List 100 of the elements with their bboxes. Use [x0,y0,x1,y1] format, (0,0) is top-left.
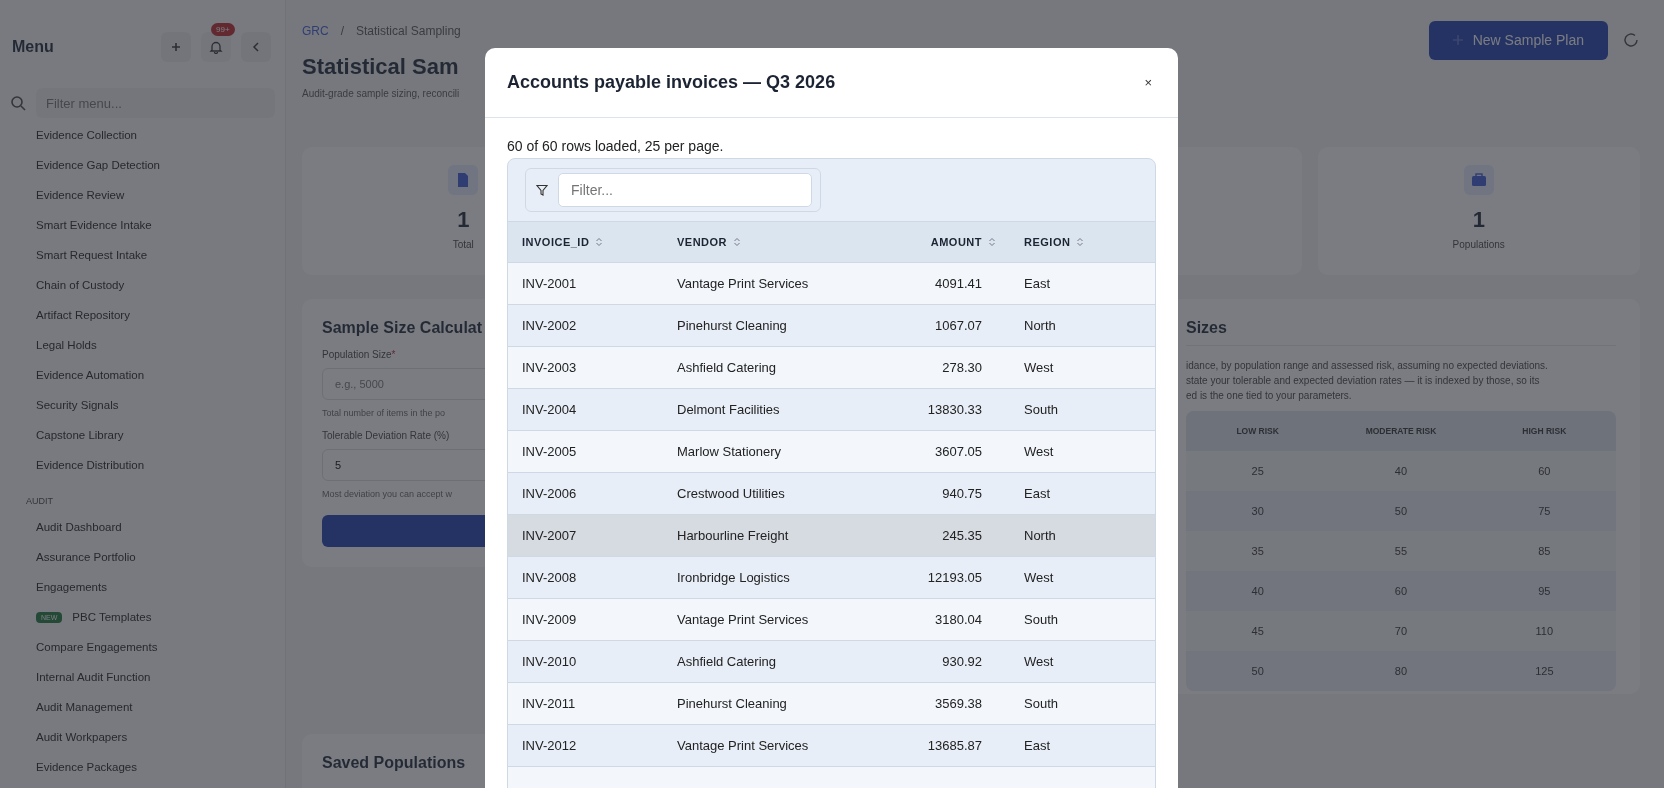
briefcase-icon [1463,165,1494,195]
menu-item[interactable]: Internal Audit Function [36,671,151,683]
table-cell-text: 30 [1250,505,1265,517]
card-title: Sizes [1186,319,1616,346]
menu-item[interactable]: Smart Evidence Intake [36,219,152,231]
menu-item[interactable]: Audit Dashboard [36,521,122,533]
table-row[interactable] [508,766,1155,788]
table-cell-text: Pinehurst Cleaning [676,318,788,333]
close-button[interactable]: × [1140,71,1156,94]
table-cell-text: North [1023,528,1057,543]
table-cell-text: 60 [1537,465,1552,477]
menu-item[interactable]: Evidence Collection [36,129,137,141]
menu-item[interactable]: Audit Management [36,701,133,713]
card-title: Sample Size Calculat [322,319,483,337]
column-header[interactable]: HIGH RISK [1472,426,1616,436]
table-cell-text: 80 [1393,665,1409,677]
collapse-button[interactable] [241,32,271,62]
menu-item[interactable]: Smart Request Intake [36,249,148,261]
table-cell-text: West [1023,444,1055,459]
table-cell-text: 940.75 [941,486,983,501]
table-cell-text: INV-2011 [521,696,577,711]
menu-item[interactable]: Security Signals [36,399,119,411]
chevron-left-icon [252,42,260,52]
menu-item[interactable]: Evidence Distribution [36,459,145,471]
column-header[interactable]: AMOUNT [863,236,1010,248]
table-cell-text: Pinehurst Cleaning [676,696,788,711]
column-header[interactable]: VENDOR [663,236,863,248]
table-cell-text: 278.30 [941,360,983,375]
menu-item[interactable]: Evidence Review [36,189,125,201]
page-subtitle: Audit-grade sample sizing, reconcili [302,88,460,99]
column-header[interactable]: INVOICE_ID [508,236,663,248]
table-cell-text: 13830.33 [926,402,983,417]
table-cell-text: East [1023,738,1051,753]
table-cell-text: South [1023,612,1059,627]
table-cell-text: INV-2007 [521,528,578,543]
table-row[interactable]: INV-2003 Ashfield Catering 278.30 West [508,346,1155,388]
table-cell-text: Harbourline Freight [676,528,790,543]
table-cell-text: West [1023,654,1055,669]
plus-icon [171,42,181,52]
menu-item[interactable]: Audit Workpapers [36,731,128,743]
table-cell-text: 45 [1250,625,1265,637]
sort-icon [1076,237,1085,247]
table-cell-text: INV-2003 [521,360,578,375]
new-sample-plan-button[interactable]: New Sample Plan [1428,20,1608,60]
menu-item[interactable]: Capstone Library [36,429,124,441]
table-row[interactable]: INV-2001 Vantage Print Services 4091.41 East [508,262,1155,304]
search-icon [10,95,26,111]
add-button[interactable] [161,32,191,62]
table-cell-text: 13685.87 [926,738,983,753]
bell-icon [209,40,223,54]
table-cell-text: Vantage Print Services [676,738,810,753]
menu-item[interactable]: Chain of Custody [36,279,125,291]
menu-item[interactable]: Engagements [36,581,107,593]
stat-value: 1 [1472,207,1485,233]
summary-text: 60 of 60 rows loaded, 25 per page. [507,138,725,154]
table-cell-text: 25 [1250,465,1265,477]
table-row[interactable]: INV-2007 Harbourline Freight 245.35 North [508,514,1155,556]
filter-field[interactable]: Filter... [558,173,812,207]
table-cell-text: INV-2001 [521,276,578,291]
menu-item[interactable]: Evidence Automation [36,369,145,381]
table-cell-text: Vantage Print Services [676,276,810,291]
sort-icon [988,237,996,247]
menu-item[interactable]: Artifact Repository [36,309,130,321]
menu-item[interactable]: PBC Templates [72,611,152,623]
stat-label: Total [452,239,474,250]
breadcrumb-current: Statistical Sampling [356,24,461,38]
sort-icon [733,237,742,247]
table-row[interactable]: INV-2011 Pinehurst Cleaning 3569.38 South [508,682,1155,724]
table-cell-text: INV-2005 [521,444,578,459]
table-row[interactable]: INV-2009 Vantage Print Services 3180.04 South [508,598,1155,640]
description-text: idance, by population range and assessed risk, assuming no expected deviations. [1186,359,1549,373]
table-cell-text: South [1023,696,1059,711]
table-cell-text: INV-2008 [521,570,578,585]
menu-item[interactable]: Assurance Portfolio [36,551,136,563]
notifications-button[interactable] [201,32,231,62]
table-cell-text: Ironbridge Logistics [676,570,791,585]
menu-item[interactable]: Evidence Gap Detection [36,159,161,171]
notification-badge: 99+ [211,23,235,36]
breadcrumb-link[interactable]: GRC [302,24,329,38]
table-cell-text: 50 [1250,665,1265,677]
table-row[interactable]: INV-2005 Marlow Stationery 3607.05 West [508,430,1155,472]
table-cell-text: 3180.04 [934,612,983,627]
menu-item[interactable]: Evidence Packages [36,761,137,773]
table-cell-text: 3607.05 [934,444,983,459]
table-cell-text: INV-2002 [521,318,578,333]
column-header[interactable]: MODERATE RISK [1329,426,1473,436]
menu-item[interactable]: Legal Holds [36,339,97,351]
table-cell-text: West [1023,360,1055,375]
column-header[interactable]: REGION [1010,236,1155,248]
menu-item[interactable]: Compare Engagements [36,641,158,653]
refresh-icon[interactable] [1622,31,1640,49]
table-cell-text: 3569.38 [934,696,983,711]
menu-title: Menu [12,38,54,56]
table-cell-text: 245.35 [941,528,983,543]
table-cell-text: 70 [1393,625,1409,637]
table-cell-text: Delmont Facilities [676,402,781,417]
table-cell-text: 12193.05 [926,570,983,585]
description-text: ed is the one tied to your parameters. [1186,389,1353,403]
column-header[interactable]: LOW RISK [1186,426,1330,436]
stat-label: Populations [1452,239,1505,250]
